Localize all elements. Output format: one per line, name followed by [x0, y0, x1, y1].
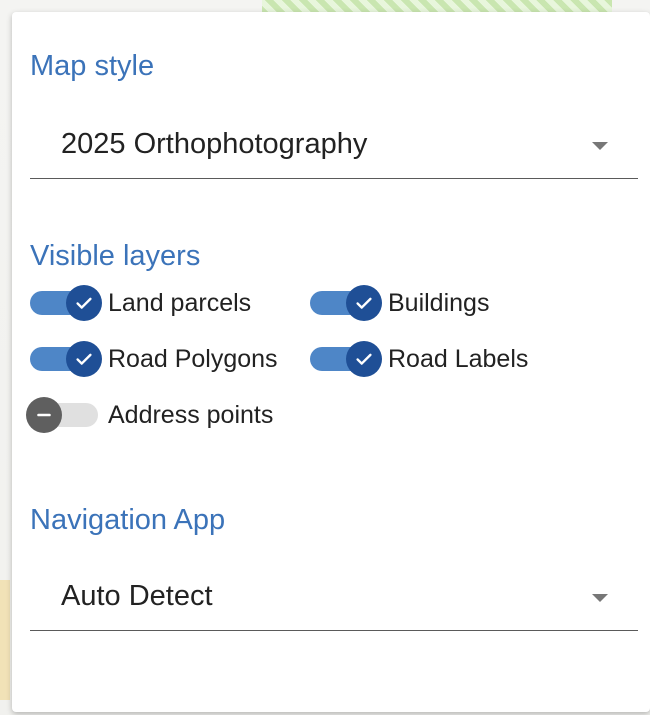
toggle-track	[26, 397, 98, 433]
checkmark-icon	[346, 341, 382, 377]
navigation-app-title: Navigation App	[30, 504, 226, 536]
dropdown-arrow-icon	[592, 142, 608, 150]
layer-label: Address points	[108, 400, 274, 429]
toggle-track	[30, 341, 102, 377]
navigation-app-select[interactable]: Auto Detect	[30, 562, 638, 631]
map-edge-strip	[0, 580, 10, 700]
visible-layers-title: Visible layers	[30, 240, 201, 272]
layer-label: Road Polygons	[108, 344, 278, 373]
toggle-track	[310, 285, 382, 321]
toggle-buildings[interactable]: Buildings	[310, 285, 490, 321]
layer-label: Road Labels	[388, 344, 529, 373]
settings-panel: Map style 2025 Orthophotography Visible …	[12, 12, 650, 712]
toggle-road-labels[interactable]: Road Labels	[310, 341, 529, 377]
toggle-address-points[interactable]: Address points	[26, 397, 274, 433]
toggle-land-parcels[interactable]: Land parcels	[30, 285, 252, 321]
navigation-app-value: Auto Detect	[61, 580, 213, 612]
map-style-select[interactable]: 2025 Orthophotography	[30, 110, 638, 179]
toggle-track	[30, 285, 102, 321]
checkmark-icon	[346, 285, 382, 321]
dropdown-arrow-icon	[592, 594, 608, 602]
layer-label: Buildings	[388, 288, 490, 317]
toggle-track	[310, 341, 382, 377]
checkmark-icon	[66, 341, 102, 377]
toggle-road-polygons[interactable]: Road Polygons	[30, 341, 278, 377]
layer-label: Land parcels	[108, 288, 252, 317]
map-style-value: 2025 Orthophotography	[61, 128, 368, 160]
minus-icon	[26, 397, 62, 433]
map-style-title: Map style	[30, 50, 155, 82]
checkmark-icon	[66, 285, 102, 321]
